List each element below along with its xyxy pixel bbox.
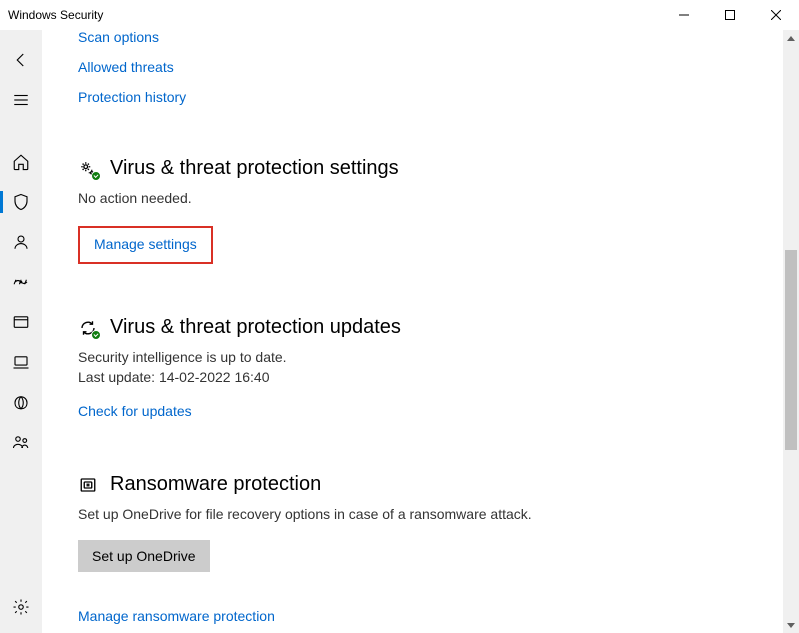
setup-onedrive-button[interactable]: Set up OneDrive — [78, 540, 210, 572]
manage-settings-link[interactable]: Manage settings — [94, 236, 197, 252]
updates-desc: Security intelligence is up to date. — [78, 349, 799, 365]
ransomware-icon — [78, 475, 98, 495]
settings-title: Virus & threat protection settings — [110, 157, 399, 180]
top-links: Scan options Allowed threats Protection … — [78, 30, 799, 105]
scrollbar-thumb[interactable] — [785, 250, 797, 450]
titlebar: Windows Security — [0, 0, 799, 30]
check-badge-icon — [91, 171, 101, 181]
menu-button[interactable] — [0, 84, 42, 116]
window-controls — [661, 0, 799, 30]
updates-last: Last update: 14-02-2022 16:40 — [78, 369, 799, 385]
updates-section: Virus & threat protection updates Securi… — [78, 316, 799, 421]
back-button[interactable] — [0, 44, 42, 76]
manage-settings-highlight: Manage settings — [78, 226, 213, 264]
updates-title: Virus & threat protection updates — [110, 316, 401, 339]
firewall-nav[interactable] — [0, 266, 42, 298]
sidebar — [0, 30, 42, 633]
device-performance-nav[interactable] — [0, 386, 42, 418]
family-options-nav[interactable] — [0, 426, 42, 458]
ransomware-section: Ransomware protection Set up OneDrive fo… — [78, 473, 799, 626]
settings-nav[interactable] — [0, 591, 42, 623]
protection-history-link[interactable]: Protection history — [78, 89, 799, 105]
updates-icon — [78, 318, 98, 338]
ransomware-title: Ransomware protection — [110, 473, 321, 496]
close-button[interactable] — [753, 0, 799, 30]
minimize-button[interactable] — [661, 0, 707, 30]
scroll-down-icon[interactable] — [783, 617, 799, 633]
check-badge-icon — [91, 330, 101, 340]
main-content: Scan options Allowed threats Protection … — [42, 30, 799, 633]
settings-section: Virus & threat protection settings No ac… — [78, 157, 799, 264]
allowed-threats-link[interactable]: Allowed threats — [78, 59, 799, 75]
settings-icon — [78, 159, 98, 179]
home-nav[interactable] — [0, 146, 42, 178]
account-protection-nav[interactable] — [0, 226, 42, 258]
maximize-button[interactable] — [707, 0, 753, 30]
virus-protection-nav[interactable] — [0, 186, 42, 218]
app-browser-nav[interactable] — [0, 306, 42, 338]
ransomware-desc: Set up OneDrive for file recovery option… — [78, 506, 799, 522]
window-title: Windows Security — [8, 8, 661, 22]
scan-options-link[interactable]: Scan options — [78, 30, 799, 45]
scroll-up-icon[interactable] — [783, 30, 799, 46]
settings-desc: No action needed. — [78, 190, 799, 206]
manage-ransomware-link[interactable]: Manage ransomware protection — [78, 608, 275, 624]
check-updates-link[interactable]: Check for updates — [78, 403, 192, 419]
device-security-nav[interactable] — [0, 346, 42, 378]
scrollbar[interactable] — [783, 30, 799, 633]
